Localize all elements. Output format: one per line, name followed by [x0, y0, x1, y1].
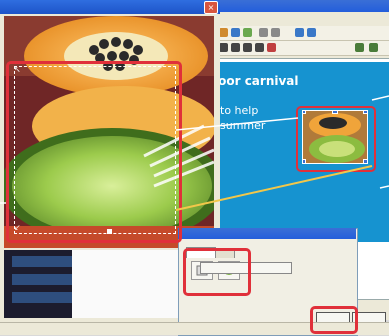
callout-lines — [0, 95, 389, 211]
callout-line — [175, 117, 299, 131]
callout-line — [175, 165, 373, 211]
callout-line — [379, 185, 389, 189]
callout-line — [371, 95, 389, 101]
